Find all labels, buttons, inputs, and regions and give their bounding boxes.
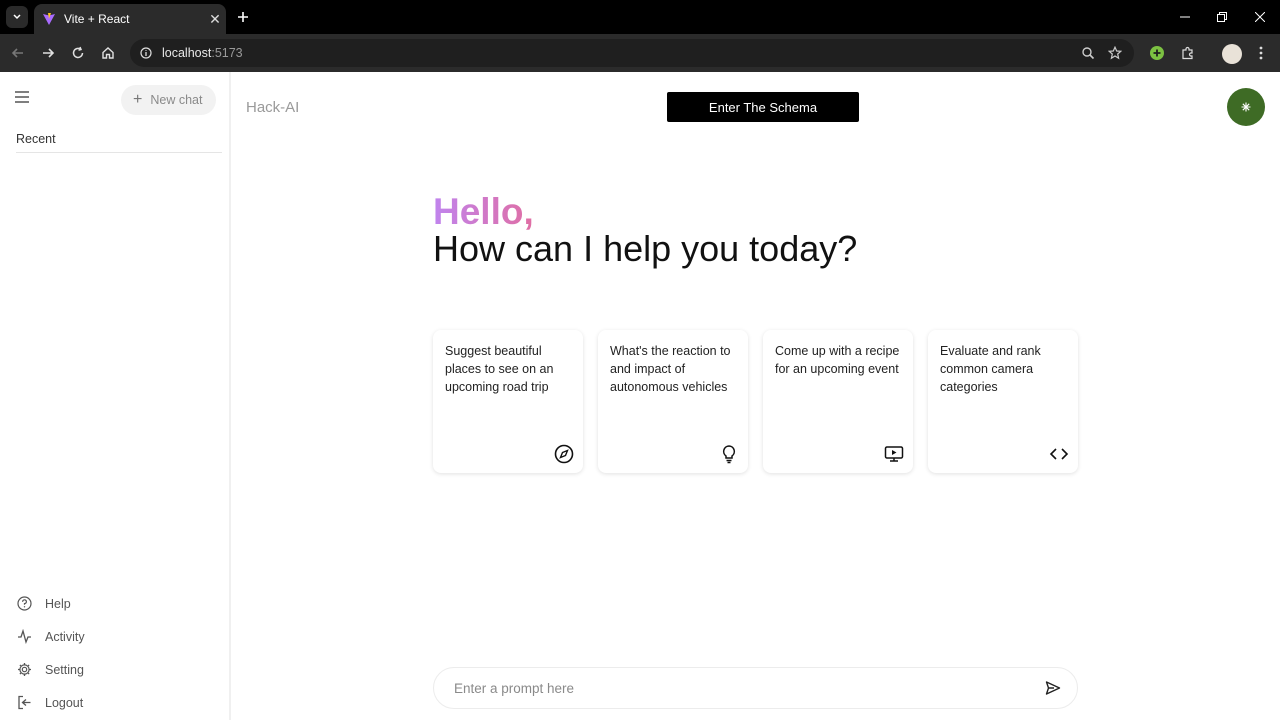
reload-button[interactable] (66, 41, 90, 65)
sidebar-item-setting[interactable]: Setting (16, 653, 216, 686)
send-button[interactable] (1041, 676, 1065, 700)
video-icon (883, 443, 905, 465)
bookmark-button[interactable] (1103, 41, 1127, 65)
prompt-input[interactable] (454, 680, 1041, 696)
close-window-button[interactable] (1242, 0, 1278, 34)
close-icon (1255, 12, 1265, 22)
site-info-icon[interactable] (140, 47, 152, 59)
extension-plus-icon (1150, 46, 1164, 60)
address-bar[interactable]: localhost:5173 (130, 39, 1134, 67)
greeting-hello: Hello, (433, 191, 534, 232)
minimize-button[interactable] (1167, 0, 1203, 34)
sidebar: + New chat Recent Help Activity Setting (0, 72, 231, 720)
code-icon (1048, 443, 1070, 465)
greeting-subtitle: How can I help you today? (433, 228, 858, 269)
hamburger-menu-icon (15, 91, 29, 103)
puzzle-icon (1182, 46, 1193, 60)
gear-icon (16, 662, 32, 678)
tab-title: Vite + React (64, 12, 130, 26)
suggestion-card[interactable]: What's the reaction to and impact of aut… (598, 330, 748, 473)
url-text: localhost:5173 (162, 46, 243, 60)
lightbulb-icon (718, 443, 740, 465)
card-text: Suggest beautiful places to see on an up… (445, 344, 554, 394)
sidebar-item-label: Activity (45, 629, 85, 644)
sidebar-item-activity[interactable]: Activity (16, 620, 216, 653)
menu-button[interactable] (14, 90, 36, 110)
home-button[interactable] (96, 41, 120, 65)
send-icon (1045, 681, 1061, 695)
activity-icon (16, 629, 32, 645)
zoom-icon (1082, 47, 1095, 60)
sidebar-item-label: Help (45, 596, 71, 611)
kebab-menu-icon (1259, 46, 1263, 60)
suggestion-card[interactable]: Evaluate and rank common camera categori… (928, 330, 1078, 473)
vite-logo-icon (43, 13, 55, 25)
arrow-right-icon (43, 48, 55, 58)
restore-button[interactable] (1204, 0, 1240, 34)
home-icon (102, 47, 114, 59)
arrow-left-icon (11, 48, 23, 58)
extension-green-button[interactable] (1145, 41, 1169, 65)
reload-icon (72, 46, 84, 59)
card-text: Come up with a recipe for an upcoming ev… (775, 344, 900, 376)
logout-icon (16, 695, 32, 711)
restore-icon (1217, 12, 1227, 22)
browser-toolbar: localhost:5173 (0, 34, 1280, 72)
browser-menu-button[interactable] (1249, 41, 1273, 65)
sidebar-bottom-menu: Help Activity Setting Logout (16, 587, 216, 719)
sidebar-item-logout[interactable]: Logout (16, 686, 216, 719)
card-text: What's the reaction to and impact of aut… (610, 344, 731, 394)
url-host: localhost (162, 46, 212, 60)
sidebar-item-help[interactable]: Help (16, 587, 216, 620)
suggestion-card[interactable]: Suggest beautiful places to see on an up… (433, 330, 583, 473)
browser-profile-avatar[interactable] (1222, 44, 1242, 64)
star-icon (1108, 46, 1122, 60)
chevron-down-icon (13, 14, 21, 20)
help-icon (16, 596, 32, 612)
recent-heading: Recent (16, 132, 222, 153)
new-chat-button[interactable]: + New chat (121, 85, 216, 115)
new-tab-button[interactable] (232, 6, 254, 28)
plus-icon: + (133, 91, 143, 108)
plus-icon (238, 12, 248, 22)
suggestion-card[interactable]: Come up with a recipe for an upcoming ev… (763, 330, 913, 473)
back-button[interactable] (6, 41, 30, 65)
user-avatar[interactable] (1227, 88, 1265, 126)
sparkle-icon (1241, 102, 1251, 112)
tab-list-button[interactable] (6, 6, 28, 28)
new-chat-label: New chat (150, 93, 203, 107)
minimize-icon (1180, 16, 1190, 18)
prompt-bar (433, 667, 1078, 709)
sidebar-item-label: Logout (45, 695, 84, 710)
compass-icon (553, 443, 575, 465)
suggestion-cards: Suggest beautiful places to see on an up… (433, 330, 1078, 473)
extensions-button[interactable] (1176, 41, 1200, 65)
browser-tabbar: Vite + React ✕ (0, 0, 1280, 34)
url-port: :5173 (211, 46, 243, 60)
zoom-button[interactable] (1076, 41, 1100, 65)
forward-button[interactable] (36, 41, 60, 65)
tab-close-icon[interactable]: ✕ (204, 11, 226, 28)
sidebar-item-label: Setting (45, 662, 84, 677)
card-text: Evaluate and rank common camera categori… (940, 344, 1041, 394)
browser-tab[interactable]: Vite + React ✕ (34, 4, 226, 34)
app-name: Hack-AI (246, 99, 300, 116)
enter-schema-button[interactable]: Enter The Schema (667, 92, 859, 122)
